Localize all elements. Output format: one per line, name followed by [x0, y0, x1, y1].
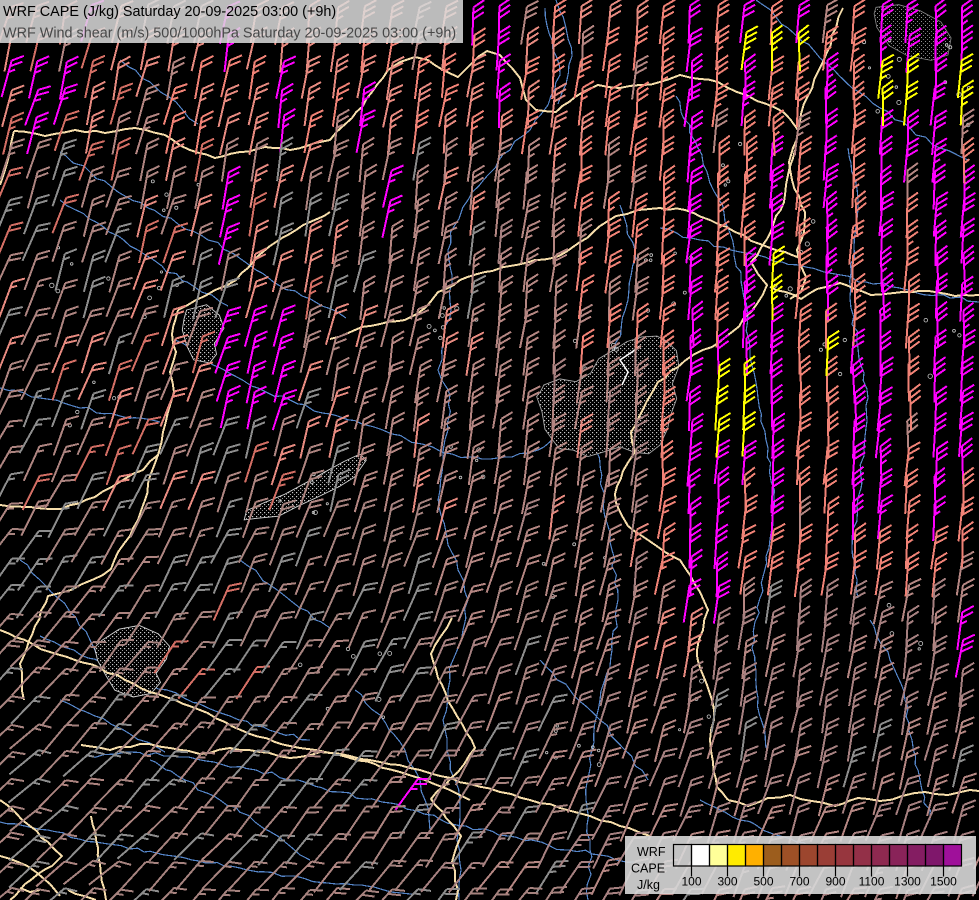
svg-text:100: 100	[681, 875, 701, 889]
svg-text:1500: 1500	[930, 875, 957, 889]
svg-text:CAPE: CAPE	[631, 862, 665, 876]
svg-text:WRF Wind shear (m/s) 500/1000h: WRF Wind shear (m/s) 500/1000hPa Saturda…	[3, 26, 456, 42]
svg-text:WRF CAPE (J/kg) Saturday 20-09: WRF CAPE (J/kg) Saturday 20-09-2025 03:0…	[3, 4, 336, 20]
svg-text:500: 500	[753, 875, 773, 889]
svg-text:300: 300	[717, 875, 737, 889]
svg-text:WRF: WRF	[637, 845, 666, 859]
svg-text:700: 700	[789, 875, 809, 889]
svg-text:900: 900	[825, 875, 845, 889]
svg-text:1300: 1300	[894, 875, 921, 889]
svg-text:1100: 1100	[859, 875, 885, 889]
svg-text:J/kg: J/kg	[637, 878, 660, 892]
